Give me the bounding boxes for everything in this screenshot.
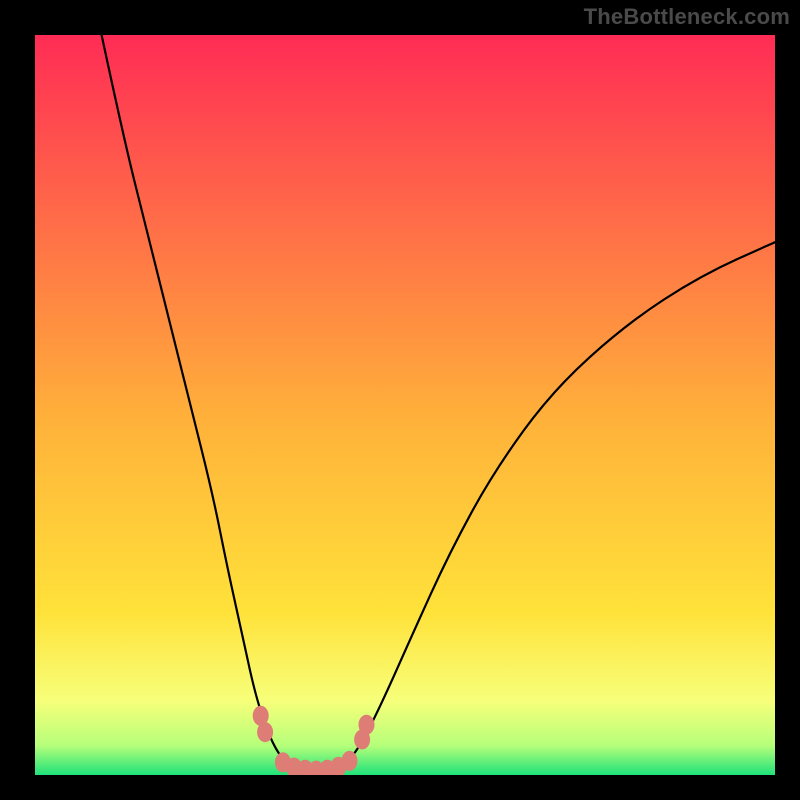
chart-frame: TheBottleneck.com [0,0,800,800]
valley-marker [342,751,357,770]
valley-marker [359,715,374,734]
valley-marker [258,723,273,742]
watermark-text: TheBottleneck.com [584,4,790,30]
gradient-background [35,35,775,775]
bottleneck-plot [35,35,775,775]
